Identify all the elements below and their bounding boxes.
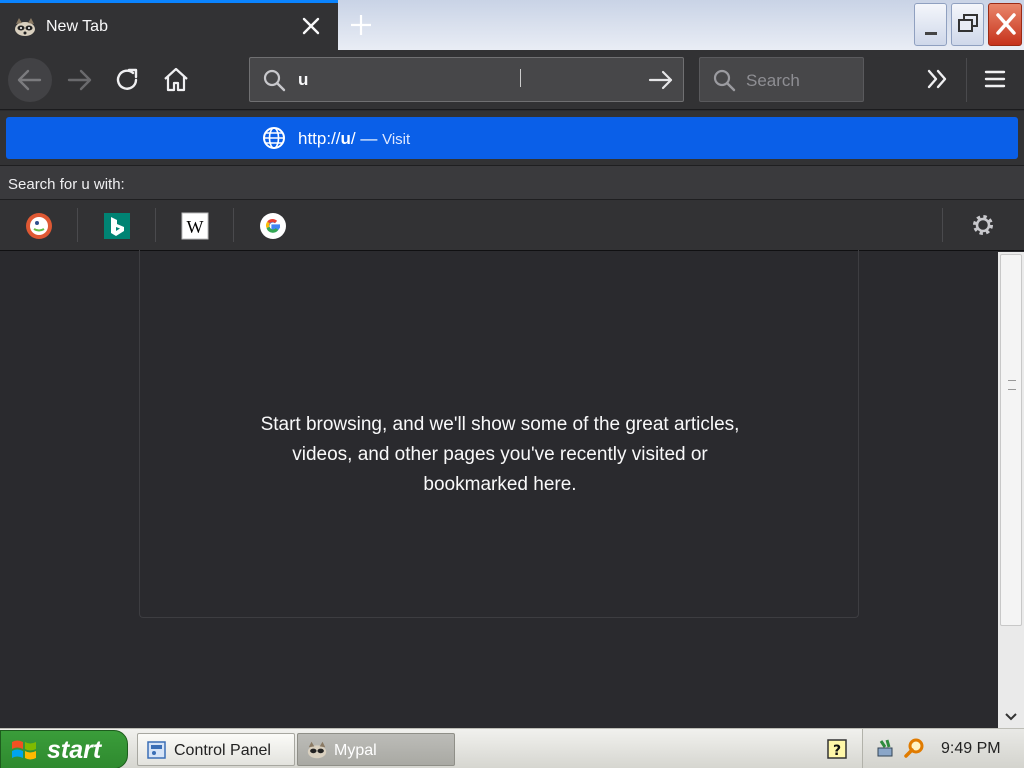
new-tab-plus-icon[interactable] [346, 12, 376, 38]
tab-new-tab[interactable]: New Tab [0, 0, 338, 50]
visit-suggestion-row[interactable]: http://u/ — Visit [6, 117, 1018, 159]
url-input[interactable]: u [298, 70, 308, 90]
clock: 9:49 PM [941, 740, 1001, 757]
navigation-toolbar: u Search [0, 50, 1024, 110]
tab-close-icon[interactable] [300, 15, 322, 37]
tab-strip: New Tab [0, 0, 1024, 50]
engine-separator [77, 208, 78, 242]
back-button[interactable] [8, 58, 52, 102]
url-match: u [340, 129, 351, 148]
scrollbar-thumb[interactable] [1000, 254, 1022, 626]
taskbar-item-control-panel[interactable]: Control Panel [137, 733, 295, 766]
restore-button[interactable] [951, 3, 984, 46]
search-icon [263, 69, 286, 92]
reload-icon [116, 68, 138, 90]
engine-separator [233, 208, 234, 242]
tab-title: New Tab [46, 18, 108, 35]
svg-text:?: ? [833, 743, 841, 759]
window-close-button[interactable] [988, 3, 1022, 46]
help-question-icon[interactable]: ? [826, 738, 848, 760]
go-arrow-icon[interactable] [648, 68, 674, 92]
window-close-icon [996, 13, 1016, 35]
back-arrow-icon [17, 69, 42, 91]
new-tab-page: Start browsing, and we'll show some of t… [0, 250, 998, 728]
minimize-button[interactable] [914, 3, 947, 46]
search-magnifier-icon[interactable] [903, 737, 925, 759]
start-button[interactable]: start [0, 730, 128, 768]
search-icon [713, 69, 736, 92]
one-off-search-engines: W [0, 200, 1024, 250]
search-placeholder: Search [746, 71, 800, 90]
empty-highlights-message: Start browsing, and we'll show some of t… [260, 414, 740, 495]
scrollbar-grip [1008, 380, 1016, 390]
home-icon [164, 67, 188, 92]
taskbar-item-label: Control Panel [174, 742, 271, 759]
url-bar[interactable]: u [249, 57, 684, 102]
duckduckgo-icon[interactable] [25, 212, 53, 240]
start-label: start [47, 736, 102, 764]
search-for-header: Search for u with: [0, 165, 1024, 200]
screen: New Tab u Search http://u/ — Visit Searc… [0, 0, 1024, 768]
mypal-raccoon-icon [15, 18, 35, 36]
search-settings-gear-icon[interactable] [970, 212, 996, 238]
url-autocomplete-popup: http://u/ — Visit Search for u with: W [0, 111, 1024, 251]
search-for-label: Search for u with: [8, 176, 125, 193]
suggestion-url: http://u/ — Visit [298, 129, 410, 149]
windows-flag-icon [12, 740, 36, 760]
url-dash: — [355, 129, 383, 148]
engine-separator [155, 208, 156, 242]
wikipedia-icon[interactable]: W [181, 212, 209, 240]
taskbar-item-label: Mypal [334, 742, 377, 759]
bing-icon[interactable] [103, 212, 131, 240]
vertical-scrollbar[interactable] [998, 252, 1024, 728]
engine-separator [942, 208, 943, 242]
scroll-down-arrow-icon[interactable] [1000, 706, 1022, 726]
restore-icon [958, 14, 978, 32]
google-icon[interactable] [259, 212, 287, 240]
url-prefix: http:// [298, 129, 341, 148]
globe-icon [263, 127, 285, 149]
taskbar-item-mypal[interactable]: Mypal [297, 733, 455, 766]
forward-button[interactable] [58, 58, 102, 102]
text-cursor [520, 69, 524, 87]
reload-button[interactable] [106, 58, 150, 102]
windows-taskbar: start Control Panel Mypal ? 9:49 PM [0, 728, 1024, 768]
toolbar-separator [966, 58, 967, 102]
control-panel-icon [147, 741, 166, 759]
hamburger-menu-icon[interactable] [980, 64, 1010, 94]
mypal-raccoon-icon [307, 741, 327, 759]
svg-text:W: W [187, 217, 204, 237]
network-icon[interactable] [875, 737, 897, 759]
overflow-chevron-icon[interactable] [924, 64, 952, 94]
visit-action-label: Visit [382, 131, 411, 148]
home-button[interactable] [154, 58, 198, 102]
system-tray: 9:49 PM [862, 729, 1024, 768]
minimize-icon [925, 32, 937, 35]
search-bar[interactable]: Search [699, 57, 864, 102]
forward-arrow-icon [67, 69, 92, 91]
highlights-panel: Start browsing, and we'll show some of t… [139, 250, 859, 618]
